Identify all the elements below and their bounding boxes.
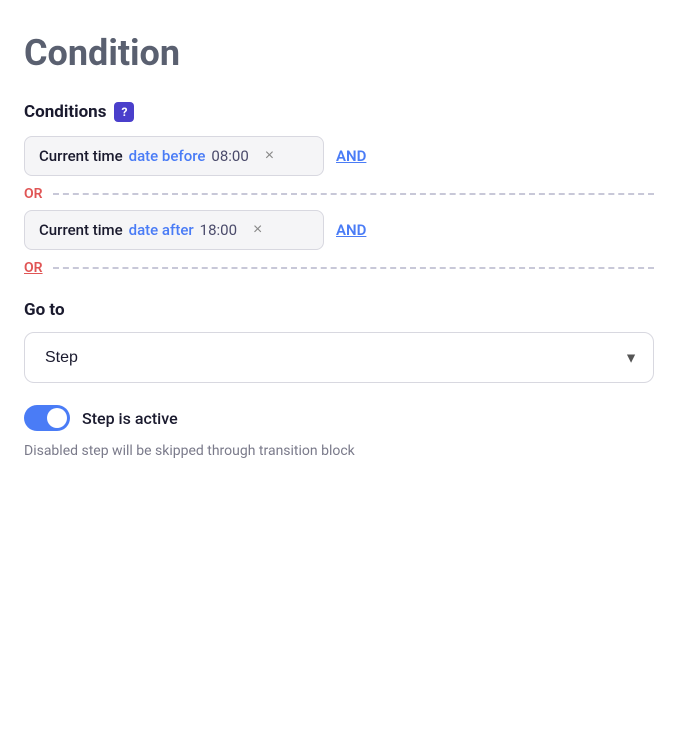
or-separator-2: OR (24, 260, 654, 276)
toggle-label: Step is active (82, 409, 178, 428)
help-icon[interactable]: ? (114, 102, 134, 122)
goto-section: Go to Step ▼ (24, 300, 654, 383)
conditions-section: Conditions ? Current time date before 08… (24, 102, 654, 276)
condition-remove-2[interactable]: × (249, 222, 266, 238)
conditions-header: Conditions ? (24, 102, 654, 122)
or-separator-1: OR (24, 186, 654, 202)
condition-pill-2[interactable]: Current time date after 18:00 × (24, 210, 324, 250)
or-label-1: OR (24, 186, 43, 202)
or-line-1 (53, 193, 654, 195)
and-link-1[interactable]: AND (336, 147, 366, 165)
condition-prefix-2: Current time (39, 221, 123, 239)
condition-pill-1[interactable]: Current time date before 08:00 × (24, 136, 324, 176)
and-link-2[interactable]: AND (336, 221, 366, 239)
condition-operator-2: date after (129, 221, 194, 239)
page-title: Condition (24, 32, 654, 74)
step-select[interactable]: Step (24, 332, 654, 383)
or-label-2[interactable]: OR (24, 260, 43, 276)
condition-prefix-1: Current time (39, 147, 123, 165)
condition-row-2: Current time date after 18:00 × AND (24, 210, 654, 250)
condition-row-1: Current time date before 08:00 × AND (24, 136, 654, 176)
condition-remove-1[interactable]: × (261, 148, 278, 164)
helper-text: Disabled step will be skipped through tr… (24, 441, 584, 462)
step-select-wrapper: Step ▼ (24, 332, 654, 383)
or-line-2 (53, 267, 654, 269)
condition-operator-1: date before (129, 147, 206, 165)
toggle-section: Step is active (24, 405, 654, 431)
main-panel: Condition Conditions ? Current time date… (0, 0, 678, 752)
step-active-toggle[interactable] (24, 405, 70, 431)
conditions-label: Conditions (24, 102, 106, 122)
condition-value-1: 08:00 (211, 147, 248, 165)
goto-label: Go to (24, 300, 654, 320)
condition-value-2: 18:00 (200, 221, 237, 239)
toggle-knob (47, 408, 67, 428)
